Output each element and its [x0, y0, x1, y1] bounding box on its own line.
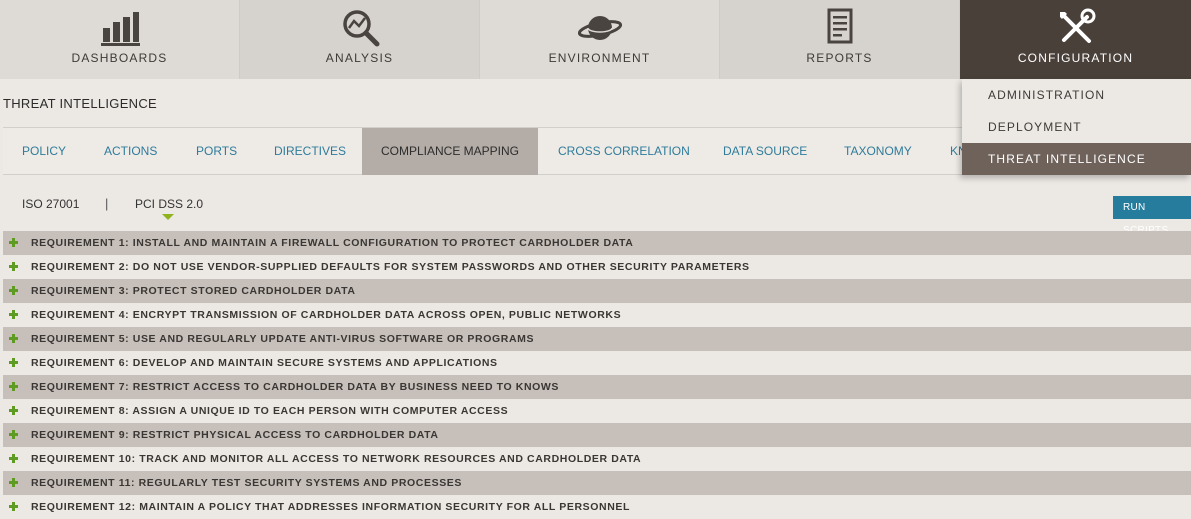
tab-directives[interactable]: DIRECTIVES [274, 128, 346, 175]
nav-tab-dashboards[interactable]: DASHBOARDS [0, 0, 240, 79]
expand-plus-icon[interactable] [8, 381, 19, 392]
nav-tab-label: ENVIRONMENT [548, 51, 651, 65]
expand-plus-icon[interactable] [8, 429, 19, 440]
list-item[interactable]: REQUIREMENT 11: REGULARLY TEST SECURITY … [3, 471, 1191, 495]
requirement-label: REQUIREMENT 7: RESTRICT ACCESS TO CARDHO… [31, 381, 560, 393]
requirements-list: REQUIREMENT 1: INSTALL AND MAINTAIN A FI… [3, 231, 1191, 519]
run-scripts-button[interactable]: RUN SCRIPTS [1113, 196, 1191, 236]
nav-tab-label: ANALYSIS [325, 51, 394, 65]
report-icon [827, 8, 852, 44]
list-item[interactable]: REQUIREMENT 6: DEVELOP AND MAINTAIN SECU… [3, 351, 1191, 375]
nav-tab-label: CONFIGURATION [1017, 51, 1134, 65]
requirement-label: REQUIREMENT 10: TRACK AND MONITOR ALL AC… [31, 453, 642, 465]
planet-icon [577, 16, 622, 40]
menu-item-deployment[interactable]: DEPLOYMENT [962, 111, 1191, 143]
expand-plus-icon[interactable] [8, 261, 19, 272]
list-item[interactable]: REQUIREMENT 9: RESTRICT PHYSICAL ACCESS … [3, 423, 1191, 447]
expand-plus-icon[interactable] [8, 285, 19, 296]
tab-data-source[interactable]: DATA SOURCE [723, 128, 807, 175]
tab-compliance-mapping[interactable]: COMPLIANCE MAPPING [362, 128, 538, 175]
tools-icon [1059, 8, 1095, 43]
tab-actions[interactable]: ACTIONS [104, 128, 157, 175]
list-item[interactable]: REQUIREMENT 12: MAINTAIN A POLICY THAT A… [3, 495, 1191, 519]
requirement-label: REQUIREMENT 1: INSTALL AND MAINTAIN A FI… [31, 237, 634, 249]
standard-pci-dss[interactable]: PCI DSS 2.0 [135, 197, 203, 211]
requirement-label: REQUIREMENT 2: DO NOT USE VENDOR-SUPPLIE… [31, 261, 750, 273]
tab-taxonomy[interactable]: TAXONOMY [844, 128, 912, 175]
nav-tab-analysis[interactable]: ANALYSIS [240, 0, 480, 79]
expand-plus-icon[interactable] [8, 501, 19, 512]
nav-tab-label: REPORTS [806, 51, 873, 65]
list-item[interactable]: REQUIREMENT 4: ENCRYPT TRANSMISSION OF C… [3, 303, 1191, 327]
expand-plus-icon[interactable] [8, 309, 19, 320]
list-item[interactable]: REQUIREMENT 5: USE AND REGULARLY UPDATE … [3, 327, 1191, 351]
configuration-dropdown-menu: ADMINISTRATION DEPLOYMENT THREAT INTELLI… [962, 79, 1191, 175]
menu-item-threat-intelligence[interactable]: THREAT INTELLIGENCE [962, 143, 1191, 175]
expand-plus-icon[interactable] [8, 357, 19, 368]
nav-tab-configuration[interactable]: CONFIGURATION [960, 0, 1191, 79]
expand-plus-icon[interactable] [8, 405, 19, 416]
requirement-label: REQUIREMENT 5: USE AND REGULARLY UPDATE … [31, 333, 535, 345]
expand-plus-icon[interactable] [8, 237, 19, 248]
list-item[interactable]: REQUIREMENT 10: TRACK AND MONITOR ALL AC… [3, 447, 1191, 471]
expand-plus-icon[interactable] [8, 477, 19, 488]
top-navigation: DASHBOARDS ANALYSIS ENVIRONMENT REPORTS [0, 0, 1191, 79]
list-item[interactable]: REQUIREMENT 3: PROTECT STORED CARDHOLDER… [3, 279, 1191, 303]
tab-policy[interactable]: POLICY [22, 128, 66, 175]
requirement-label: REQUIREMENT 4: ENCRYPT TRANSMISSION OF C… [31, 309, 622, 321]
list-item[interactable]: REQUIREMENT 7: RESTRICT ACCESS TO CARDHO… [3, 375, 1191, 399]
expand-plus-icon[interactable] [8, 333, 19, 344]
tab-cross-correlation[interactable]: CROSS CORRELATION [558, 128, 690, 175]
list-item[interactable]: REQUIREMENT 8: ASSIGN A UNIQUE ID TO EAC… [3, 399, 1191, 423]
list-item[interactable]: REQUIREMENT 1: INSTALL AND MAINTAIN A FI… [3, 231, 1191, 255]
expand-plus-icon[interactable] [8, 453, 19, 464]
requirement-label: REQUIREMENT 6: DEVELOP AND MAINTAIN SECU… [31, 357, 498, 369]
standard-iso-27001[interactable]: ISO 27001 [22, 197, 79, 211]
dashboard-icon [100, 12, 140, 46]
analysis-icon [342, 10, 379, 47]
list-item[interactable]: REQUIREMENT 2: DO NOT USE VENDOR-SUPPLIE… [3, 255, 1191, 279]
requirement-label: REQUIREMENT 11: REGULARLY TEST SECURITY … [31, 477, 463, 489]
selected-standard-indicator [162, 214, 174, 220]
menu-item-administration[interactable]: ADMINISTRATION [962, 79, 1191, 111]
requirement-label: REQUIREMENT 12: MAINTAIN A POLICY THAT A… [31, 501, 631, 513]
page-title: THREAT INTELLIGENCE [3, 96, 158, 111]
tab-ports[interactable]: PORTS [196, 128, 237, 175]
requirement-label: REQUIREMENT 9: RESTRICT PHYSICAL ACCESS … [31, 429, 439, 441]
requirement-label: REQUIREMENT 8: ASSIGN A UNIQUE ID TO EAC… [31, 405, 509, 417]
requirement-label: REQUIREMENT 3: PROTECT STORED CARDHOLDER… [31, 285, 356, 297]
nav-tab-environment[interactable]: ENVIRONMENT [480, 0, 720, 79]
standard-separator: | [105, 196, 109, 211]
nav-tab-reports[interactable]: REPORTS [720, 0, 960, 79]
nav-tab-label: DASHBOARDS [71, 51, 168, 65]
